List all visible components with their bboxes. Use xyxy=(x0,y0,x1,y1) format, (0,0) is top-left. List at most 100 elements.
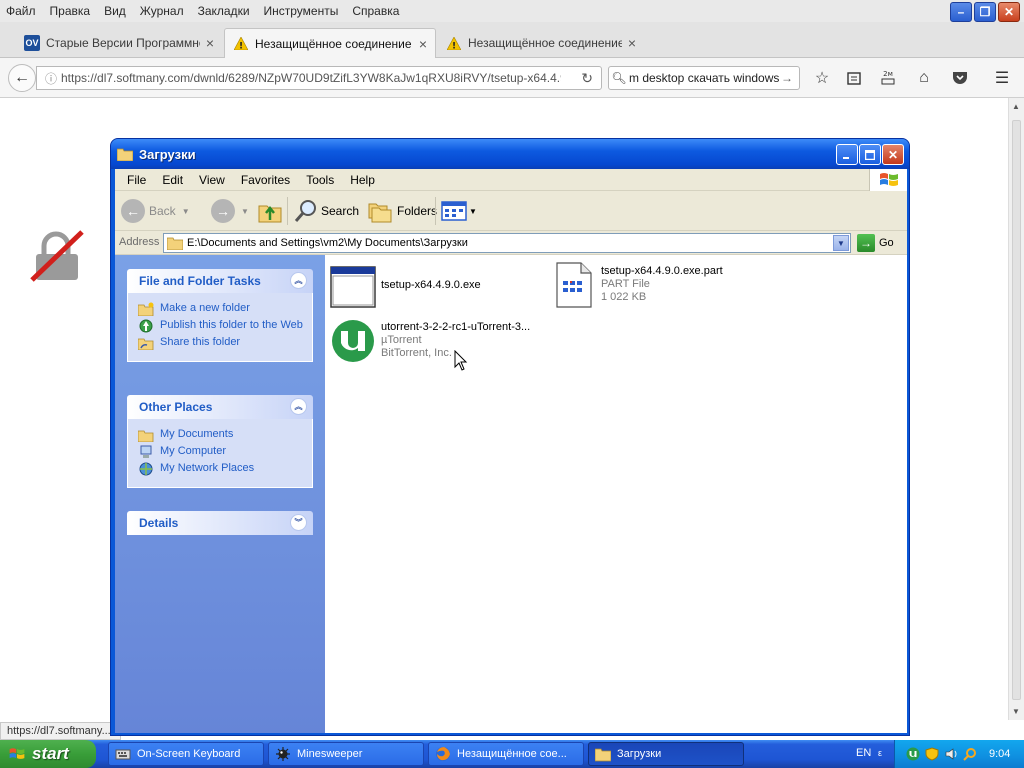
taskbar-downloads-folder[interactable]: Загрузки xyxy=(588,742,744,766)
language-bar-icon[interactable]: ε xyxy=(878,748,882,758)
scroll-up-icon[interactable]: ▲ xyxy=(1012,102,1020,111)
restore-button[interactable]: ❐ xyxy=(974,2,996,22)
my-network-places-link[interactable]: My Network Places xyxy=(138,462,304,476)
start-button[interactable]: start xyxy=(0,740,96,768)
up-folder-button[interactable] xyxy=(257,197,283,225)
tab-label: Старые Версии Программно... xyxy=(46,36,200,50)
url-bar[interactable]: ⓘ https://dl7.softmany.com/dwnld/6289/NZ… xyxy=(36,66,602,90)
speaker-icon[interactable] xyxy=(943,746,959,762)
windows-flag-icon xyxy=(9,748,25,759)
page-scrollbar[interactable]: ▲ ▼ xyxy=(1008,98,1024,720)
menu-tools[interactable]: Инструменты xyxy=(264,4,339,18)
reload-icon[interactable]: ↻ xyxy=(581,70,593,87)
file-item-tsetup-exe[interactable]: tsetup-x64.4.9.0.exe xyxy=(329,263,481,311)
svg-text:2м: 2м xyxy=(883,70,893,78)
menu-help[interactable]: Справка xyxy=(352,4,399,18)
menu-favorites[interactable]: Favorites xyxy=(241,173,290,187)
folders-label: Folders xyxy=(397,204,438,218)
info-icon[interactable]: ⓘ xyxy=(41,70,61,87)
scroll-thumb[interactable] xyxy=(1012,120,1021,700)
link-text: My Computer xyxy=(160,445,227,457)
explorer-titlebar[interactable]: Загрузки ✕ xyxy=(111,139,909,169)
views-button[interactable]: ▼ xyxy=(441,197,477,225)
home-icon[interactable]: ⌂ xyxy=(914,68,934,88)
close-tab-icon[interactable]: × xyxy=(206,35,214,51)
menu-edit[interactable]: Edit xyxy=(162,173,183,187)
url-text[interactable]: https://dl7.softmany.com/dwnld/6289/NZpW… xyxy=(61,71,561,85)
back-button[interactable]: ← xyxy=(8,64,36,92)
pocket-icon[interactable] xyxy=(950,68,970,88)
make-new-folder-link[interactable]: Make a new folder xyxy=(138,302,304,316)
publish-folder-link[interactable]: Publish this folder to the Web xyxy=(138,319,304,333)
utorrent-tray-icon[interactable] xyxy=(905,746,921,762)
broken-lock-icon xyxy=(28,228,84,284)
share-folder-link[interactable]: Share this folder xyxy=(138,336,304,350)
views-dropdown-icon[interactable]: ▼ xyxy=(469,207,477,216)
hamburger-menu-icon[interactable]: ☰ xyxy=(992,68,1012,88)
file-name: tsetup-x64.4.9.0.exe xyxy=(381,279,481,291)
tab-insecure-1[interactable]: ! Незащищённое соединение × xyxy=(224,28,436,58)
close-tab-icon[interactable]: × xyxy=(419,36,427,52)
downloads-2m-icon[interactable]: 2м xyxy=(878,68,898,88)
menu-file[interactable]: Файл xyxy=(6,4,36,18)
menu-view[interactable]: Вид xyxy=(104,4,126,18)
tab-insecure-2[interactable]: ! Незащищённое соединение × xyxy=(438,28,644,58)
explorer-maximize-button[interactable] xyxy=(859,144,881,165)
taskbar-on-screen-keyboard[interactable]: On-Screen Keyboard xyxy=(108,742,264,766)
system-tray: 9:04 xyxy=(894,740,1024,768)
security-shield-icon[interactable] xyxy=(924,746,940,762)
start-label: start xyxy=(32,744,69,763)
collapse-chevron-icon[interactable]: ︽ xyxy=(290,398,307,415)
go-button[interactable]: → Go xyxy=(857,233,894,253)
menu-help[interactable]: Help xyxy=(350,173,375,187)
address-path[interactable]: E:\Documents and Settings\vm2\My Documen… xyxy=(187,237,468,249)
panel-header[interactable]: Details ︾ xyxy=(127,511,313,535)
forward-dropdown-icon[interactable]: ▼ xyxy=(241,207,249,216)
explorer-close-button[interactable]: ✕ xyxy=(882,144,904,165)
my-documents-link[interactable]: My Documents xyxy=(138,428,304,442)
tab-strip: OV Старые Версии Программно... × ! Незащ… xyxy=(0,22,1024,74)
tab-oldversions[interactable]: OV Старые Версии Программно... × xyxy=(16,28,222,58)
scroll-down-icon[interactable]: ▼ xyxy=(1012,707,1020,716)
search-bar[interactable]: 🔍︎ m desktop скачать windows 7 → xyxy=(608,66,800,90)
menu-file[interactable]: File xyxy=(127,173,146,187)
explorer-minimize-button[interactable] xyxy=(836,144,858,165)
tab-label: Незащищённое соединение xyxy=(468,36,622,50)
collapse-chevron-icon[interactable]: ︽ xyxy=(290,272,307,289)
search-button[interactable]: Search xyxy=(293,197,359,225)
bookmark-star-icon[interactable]: ☆ xyxy=(812,68,832,88)
address-dropdown-icon[interactable]: ▼ xyxy=(833,235,849,251)
file-item-utorrent[interactable]: utorrent-3-2-2-rc1-uTorrent-3... µTorren… xyxy=(329,317,530,365)
my-documents-icon xyxy=(138,430,154,442)
minimize-button[interactable]: – xyxy=(950,2,972,22)
explorer-menubar: File Edit View Favorites Tools Help xyxy=(115,169,907,191)
menu-edit[interactable]: Правка xyxy=(50,4,91,18)
search-tray-icon[interactable] xyxy=(962,746,978,762)
panel-header[interactable]: File and Folder Tasks ︽ xyxy=(127,269,313,293)
my-computer-link[interactable]: My Computer xyxy=(138,445,304,459)
reading-list-icon[interactable] xyxy=(844,68,864,88)
panel-header[interactable]: Other Places ︽ xyxy=(127,395,313,419)
close-tab-icon[interactable]: × xyxy=(628,35,636,51)
share-folder-icon xyxy=(138,338,154,350)
language-indicator[interactable]: EN xyxy=(856,747,871,759)
address-field[interactable]: E:\Documents and Settings\vm2\My Documen… xyxy=(163,233,851,253)
menu-view[interactable]: View xyxy=(199,173,225,187)
folders-button[interactable]: Folders xyxy=(367,197,437,225)
search-go-icon[interactable]: → xyxy=(781,71,793,85)
menu-tools[interactable]: Tools xyxy=(306,173,334,187)
close-button[interactable]: ✕ xyxy=(998,2,1020,22)
file-type: PART File xyxy=(601,278,650,290)
windows-flag-icon xyxy=(869,169,907,191)
search-input[interactable]: m desktop скачать windows 7 xyxy=(629,71,779,85)
forward-button[interactable]: → ▼ xyxy=(211,197,249,225)
menu-bookmarks[interactable]: Закладки xyxy=(198,4,250,18)
window-title: Загрузки xyxy=(139,146,196,162)
file-item-tsetup-part[interactable]: tsetup-x64.4.9.0.exe.part PART File 1 02… xyxy=(549,261,723,309)
taskbar-firefox[interactable]: Незащищённое сое... xyxy=(428,742,584,766)
menu-history[interactable]: Журнал xyxy=(140,4,184,18)
expand-chevron-icon[interactable]: ︾ xyxy=(290,514,307,531)
taskbar-minesweeper[interactable]: Minesweeper xyxy=(268,742,424,766)
back-dropdown-icon[interactable]: ▼ xyxy=(182,207,190,216)
back-button[interactable]: ← Back ▼ xyxy=(121,197,190,225)
